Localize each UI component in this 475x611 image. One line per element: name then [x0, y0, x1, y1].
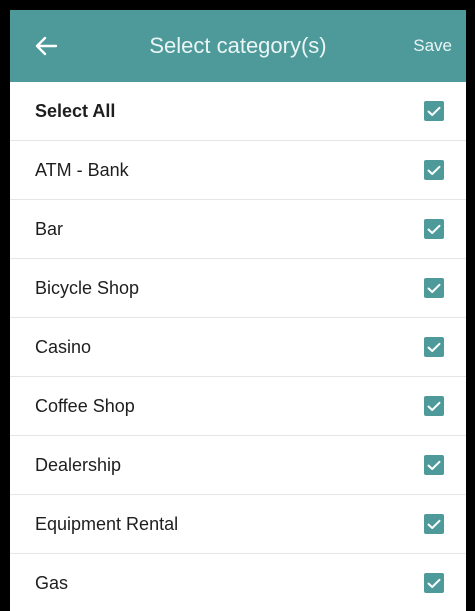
list-item-label: Select All	[35, 100, 116, 121]
category-selection-screen: Select category(s) Save Select All ATM -…	[10, 10, 466, 611]
list-item-label: ATM - Bank	[35, 159, 129, 180]
list-item-label: Bicycle Shop	[35, 277, 140, 298]
list-item-select-all[interactable]: Select All	[10, 82, 466, 141]
checkbox-gas[interactable]	[424, 573, 444, 593]
checkbox-equipment-rental[interactable]	[424, 514, 444, 534]
app-bar: Select category(s) Save	[10, 10, 466, 82]
list-item-label: Coffee Shop	[35, 395, 135, 416]
list-item-equipment-rental[interactable]: Equipment Rental	[10, 495, 466, 554]
save-button[interactable]: Save	[413, 10, 452, 82]
list-item-label: Equipment Rental	[35, 513, 179, 534]
checkmark-icon	[427, 342, 441, 352]
category-list: Select All ATM - Bank Bar Bicycle Shop C…	[10, 82, 466, 611]
arrow-left-icon	[35, 36, 57, 56]
page-title: Select category(s)	[149, 33, 327, 58]
list-item-label: Bar	[35, 218, 64, 239]
list-item-atm-bank[interactable]: ATM - Bank	[10, 141, 466, 200]
checkbox-dealership[interactable]	[424, 455, 444, 475]
list-item-label: Dealership	[35, 454, 122, 475]
list-item-label: Casino	[35, 336, 92, 357]
checkbox-casino[interactable]	[424, 337, 444, 357]
checkbox-bicycle-shop[interactable]	[424, 278, 444, 298]
checkbox-atm-bank[interactable]	[424, 160, 444, 180]
list-item-dealership[interactable]: Dealership	[10, 436, 466, 495]
checkbox-bar[interactable]	[424, 219, 444, 239]
list-item-label: Gas	[35, 572, 69, 593]
back-button[interactable]	[26, 26, 66, 66]
checkbox-select-all[interactable]	[424, 101, 444, 121]
checkbox-coffee-shop[interactable]	[424, 396, 444, 416]
checkmark-icon	[427, 460, 441, 470]
list-item-bicycle-shop[interactable]: Bicycle Shop	[10, 259, 466, 318]
list-item-coffee-shop[interactable]: Coffee Shop	[10, 377, 466, 436]
list-item-casino[interactable]: Casino	[10, 318, 466, 377]
checkmark-icon	[427, 401, 441, 411]
checkmark-icon	[427, 165, 441, 175]
checkmark-icon	[427, 519, 441, 529]
checkmark-icon	[427, 106, 441, 116]
list-item-gas[interactable]: Gas	[10, 554, 466, 611]
checkmark-icon	[427, 224, 441, 234]
checkmark-icon	[427, 283, 441, 293]
checkmark-icon	[427, 578, 441, 588]
list-item-bar[interactable]: Bar	[10, 200, 466, 259]
